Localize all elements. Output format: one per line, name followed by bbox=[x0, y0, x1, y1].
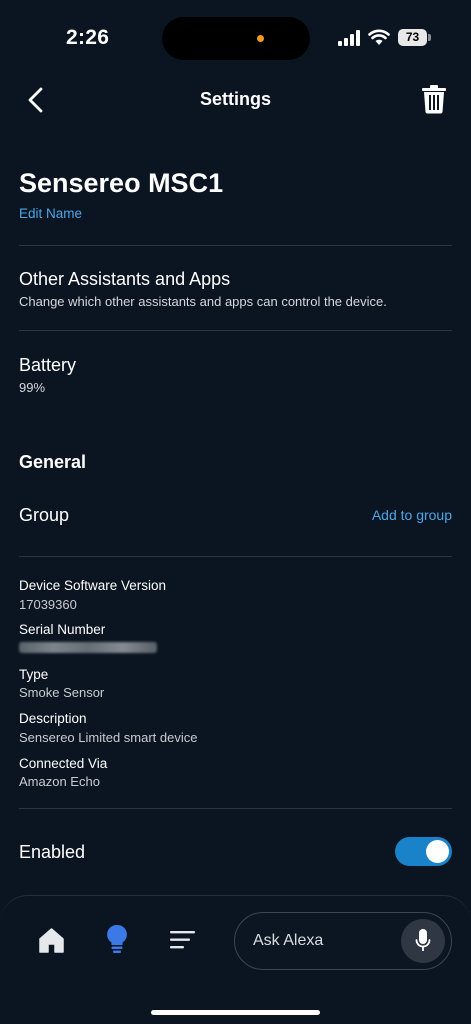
edit-name-link[interactable]: Edit Name bbox=[19, 206, 82, 221]
battery-value: 99% bbox=[19, 380, 46, 395]
device-name: Sensereo MSC1 bbox=[19, 168, 224, 198]
info-value-type: Smoke Sensor bbox=[19, 685, 105, 700]
serial-number-redacted bbox=[19, 642, 157, 653]
cellular-signal-icon bbox=[338, 30, 360, 46]
microphone-icon bbox=[415, 929, 431, 951]
divider bbox=[19, 245, 452, 246]
home-indicator bbox=[151, 1010, 320, 1015]
battery-cap bbox=[428, 34, 431, 41]
other-assistants-subtitle: Change which other assistants and apps c… bbox=[19, 294, 387, 309]
ask-alexa-input[interactable]: Ask Alexa bbox=[234, 912, 452, 970]
status-time: 2:26 bbox=[66, 26, 110, 49]
general-heading: General bbox=[19, 452, 87, 472]
trash-icon[interactable] bbox=[421, 84, 447, 114]
group-label: Group bbox=[19, 505, 70, 525]
dynamic-island bbox=[162, 17, 310, 60]
info-value-software-version: 17039360 bbox=[19, 597, 77, 612]
microphone-button[interactable] bbox=[401, 919, 445, 963]
battery-icon: 73 bbox=[398, 29, 431, 46]
ask-alexa-placeholder: Ask Alexa bbox=[253, 932, 324, 949]
add-to-group-link[interactable]: Add to group bbox=[372, 507, 452, 523]
enabled-label: Enabled bbox=[19, 842, 86, 862]
divider bbox=[19, 556, 452, 557]
info-label-connected-via: Connected Via bbox=[19, 756, 108, 771]
bottom-nav-bar: Ask Alexa bbox=[0, 895, 471, 1024]
wifi-icon bbox=[368, 29, 390, 45]
more-menu-icon[interactable] bbox=[170, 930, 195, 950]
info-value-connected-via: Amazon Echo bbox=[19, 774, 100, 789]
privacy-indicator-dot bbox=[257, 35, 264, 42]
info-label-type: Type bbox=[19, 667, 49, 682]
home-icon[interactable] bbox=[38, 927, 65, 954]
info-label-description: Description bbox=[19, 711, 87, 726]
info-value-description: Sensereo Limited smart device bbox=[19, 730, 198, 745]
divider bbox=[19, 330, 452, 331]
header: Settings bbox=[0, 78, 471, 122]
info-label-software-version: Device Software Version bbox=[19, 578, 167, 593]
status-bar: 2:26 73 bbox=[0, 0, 471, 78]
info-label-serial-number: Serial Number bbox=[19, 622, 106, 637]
page-title: Settings bbox=[199, 89, 271, 109]
enabled-toggle[interactable] bbox=[395, 837, 452, 866]
toggle-knob bbox=[426, 840, 449, 863]
battery-title: Battery bbox=[19, 355, 77, 375]
divider bbox=[19, 808, 452, 809]
devices-bulb-icon[interactable] bbox=[106, 924, 128, 954]
battery-level: 73 bbox=[398, 29, 427, 46]
other-assistants-title: Other Assistants and Apps bbox=[19, 269, 231, 289]
